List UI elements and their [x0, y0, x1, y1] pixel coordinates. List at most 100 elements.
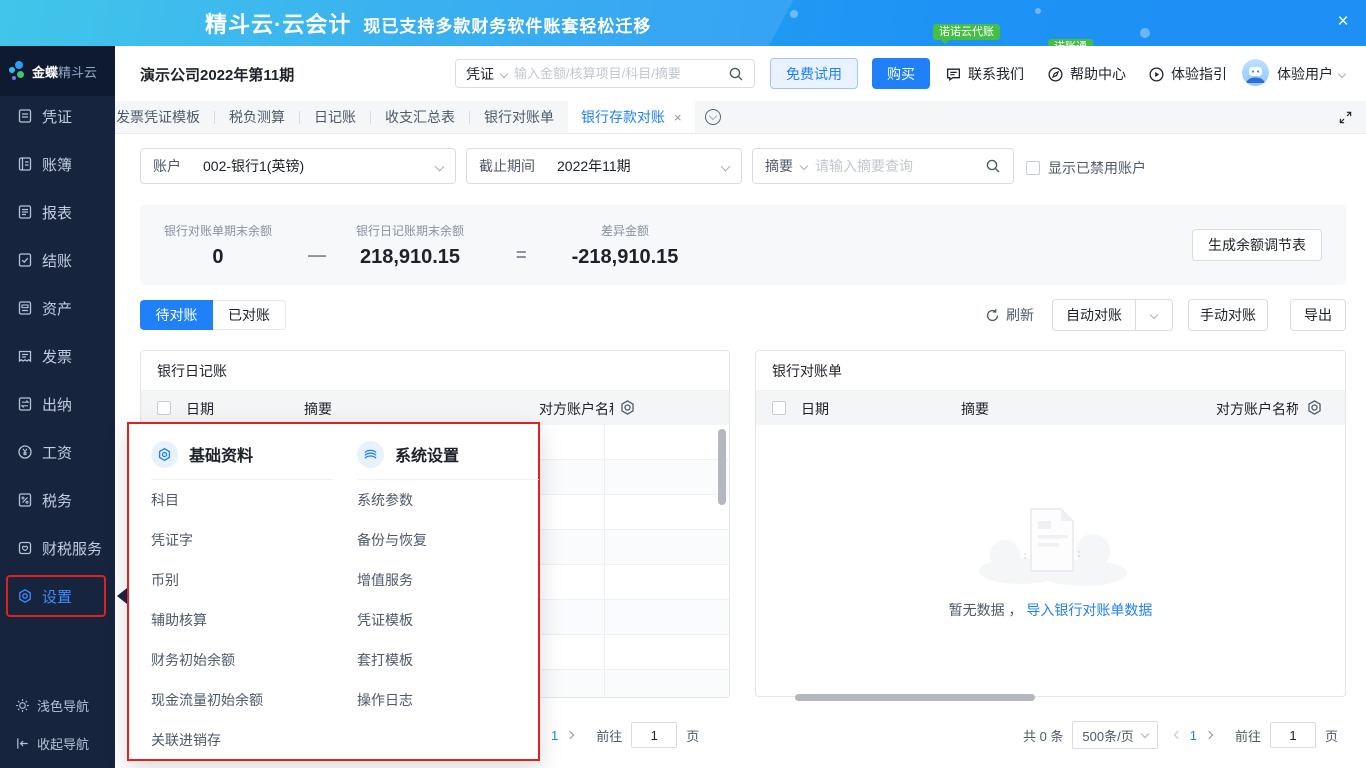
tab-income-expense-summary[interactable]: 收支汇总表 [371, 107, 469, 127]
tab-close-icon[interactable]: × [674, 110, 682, 125]
sidebar-item-light-nav[interactable]: 浅色导航 [0, 692, 115, 718]
next-page-icon[interactable] [1204, 730, 1214, 740]
search-icon[interactable] [728, 66, 744, 82]
sidebar-item-tax-services[interactable]: 财税服务 [0, 524, 115, 572]
popup-item-voucher-word[interactable]: 凭证字 [151, 520, 333, 560]
sidebar-item-report[interactable]: 报表 [0, 188, 115, 236]
period-value: 2022年11期 [557, 158, 631, 174]
select-all-checkbox[interactable] [772, 401, 786, 415]
sidebar-item-collapse-nav[interactable]: 收起导航 [0, 730, 115, 756]
search-icon[interactable] [985, 158, 1001, 174]
app-logo: 金蝶精斗云 [0, 46, 115, 96]
tab-journal[interactable]: 日记账 [300, 107, 370, 127]
free-trial-button[interactable]: 免费试用 [770, 58, 858, 89]
column-counterparty[interactable]: 对方账户名称 [539, 399, 613, 419]
popup-item-system-params[interactable]: 系统参数 [357, 480, 539, 520]
column-summary[interactable]: 摘要 [961, 399, 989, 419]
manual-reconcile-button[interactable]: 手动对账 [1188, 299, 1268, 331]
user-avatar[interactable] [1242, 59, 1269, 86]
checkbox-icon[interactable] [1026, 161, 1040, 175]
popup-item-subjects[interactable]: 科目 [151, 480, 333, 520]
buy-button[interactable]: 购买 [872, 58, 930, 89]
summary-search-box: 摘要 [752, 148, 1014, 184]
auto-reconcile-dropdown[interactable] [1135, 299, 1173, 331]
sidebar-item-assets[interactable]: 资产 [0, 284, 115, 332]
invoice-icon [18, 350, 32, 363]
summary-search-input[interactable] [815, 158, 977, 174]
help-center-button[interactable]: 帮助中心 [1047, 61, 1126, 87]
search-input[interactable] [514, 66, 721, 81]
show-disabled-accounts-checkbox[interactable]: 显示已禁用账户 [1026, 158, 1146, 178]
current-page[interactable]: 1 [551, 728, 558, 743]
popup-item-print-template[interactable]: 套打模板 [357, 640, 539, 680]
sidebar-item-cashier[interactable]: 出纳 [0, 380, 115, 428]
prev-page-icon[interactable] [1173, 730, 1182, 740]
sidebar-item-settings[interactable]: 设置 [0, 572, 115, 620]
company-period-label[interactable]: 演示公司2022年第11期 [140, 64, 294, 85]
sidebar-item-invoice[interactable]: 发票 [0, 332, 115, 380]
chevron-down-icon[interactable] [799, 161, 809, 171]
guide-button[interactable]: 体验指引 [1148, 61, 1227, 87]
page-size-select[interactable]: 500条/页 [1072, 721, 1158, 749]
account-value: 002-银行1(英镑) [203, 158, 305, 174]
cashier-icon [18, 397, 32, 411]
tab-tax-calc[interactable]: 税负测算 [215, 107, 299, 127]
tab-list-dropdown-icon[interactable] [704, 109, 721, 125]
column-settings-gear-icon[interactable] [1306, 399, 1323, 416]
column-settings-gear-icon[interactable] [619, 399, 636, 416]
user-menu[interactable]: 体验用户 [1277, 61, 1347, 87]
sidebar-item-ledger[interactable]: 账簿 [0, 140, 115, 188]
popup-item-cashflow-initial-balance[interactable]: 现金流量初始余额 [151, 680, 333, 720]
current-page[interactable]: 1 [1190, 728, 1197, 743]
column-date[interactable]: 日期 [801, 399, 829, 419]
popup-item-voucher-template[interactable]: 凭证模板 [357, 600, 539, 640]
tab-bank-statement[interactable]: 银行对账单 [470, 107, 568, 127]
fullscreen-icon[interactable] [1338, 110, 1353, 125]
pending-reconcile-tab[interactable]: 待对账 [140, 300, 213, 330]
sidebar-item-tax[interactable]: 税务 [0, 476, 115, 524]
goto-page-input[interactable] [631, 722, 678, 748]
column-date[interactable]: 日期 [186, 399, 214, 419]
next-page-icon[interactable] [565, 730, 575, 740]
generate-adjustment-table-button[interactable]: 生成余额调节表 [1192, 229, 1322, 261]
summary-field-select[interactable]: 摘要 [765, 156, 793, 176]
banner-close-icon[interactable]: × [1330, 9, 1356, 35]
sidebar-item-voucher[interactable]: 凭证 [0, 92, 115, 140]
system-settings-icon [357, 440, 384, 468]
chevron-down-icon[interactable] [499, 69, 509, 78]
column-divider [604, 425, 605, 697]
sidebar-item-closing[interactable]: 结账 [0, 236, 115, 284]
popup-item-link-inventory[interactable]: 关联进销存 [151, 720, 333, 760]
popup-item-operation-log[interactable]: 操作日志 [357, 680, 539, 720]
popup-item-auxiliary-accounting[interactable]: 辅助核算 [151, 600, 333, 640]
popup-item-currency[interactable]: 币别 [151, 560, 333, 600]
auto-reconcile-button[interactable]: 自动对账 [1052, 299, 1136, 331]
goto-page-input[interactable] [1269, 722, 1316, 748]
tab-invoice-voucher-template[interactable]: 发票凭证模板 [115, 107, 214, 127]
account-select[interactable]: 账户 002-银行1(英镑) [140, 148, 456, 184]
done-reconcile-tab[interactable]: 已对账 [213, 300, 286, 330]
tab-bank-reconciliation-active[interactable]: 银行存款对账 × [568, 101, 695, 133]
select-all-checkbox[interactable] [157, 401, 171, 415]
import-statement-link[interactable]: 导入银行对账单数据 [1026, 602, 1152, 618]
popup-item-value-added-services[interactable]: 增值服务 [357, 560, 539, 600]
ledger-icon [18, 157, 32, 171]
compass-icon [1048, 66, 1063, 82]
search-category-select[interactable]: 凭证 [466, 64, 494, 84]
contact-us-button[interactable]: 联系我们 [945, 61, 1024, 87]
sidebar-item-payroll[interactable]: 工资 [0, 428, 115, 476]
bank-journal-title: 银行日记账 [141, 351, 729, 391]
promo-banner: 精斗云·云会计 现已支持多款财务软件账套轻松迁移 诺诺云代账 诺账通 × [0, 0, 1366, 46]
popup-item-backup-restore[interactable]: 备份与恢复 [357, 520, 539, 560]
banner-title-main: 精斗云·云会计 [205, 12, 352, 37]
export-button[interactable]: 导出 [1290, 299, 1346, 331]
popup-item-initial-balance[interactable]: 财务初始余额 [151, 640, 333, 680]
horizontal-scrollbar[interactable] [795, 694, 1035, 701]
basic-data-header: 基础资料 [151, 438, 333, 470]
bank-journal-header-row: 日期 摘要 对方账户名称 [141, 391, 729, 425]
vertical-scrollbar[interactable] [718, 429, 726, 505]
refresh-button[interactable]: 刷新 [985, 305, 1034, 325]
column-summary[interactable]: 摘要 [304, 399, 332, 419]
column-counterparty[interactable]: 对方账户名称 [1216, 399, 1298, 419]
period-select[interactable]: 截止期间 2022年11期 [466, 148, 742, 184]
